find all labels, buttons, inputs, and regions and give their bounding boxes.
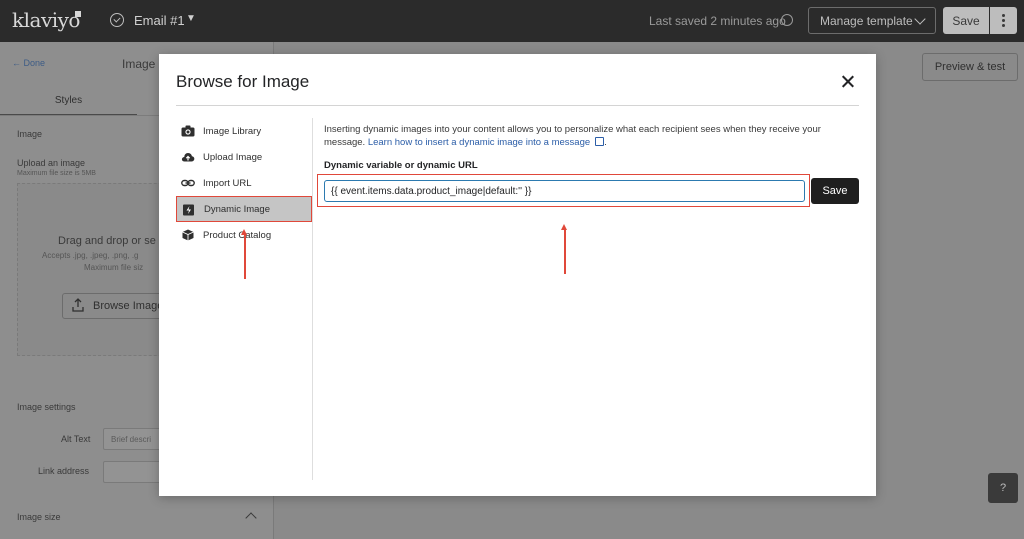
manage-template-button[interactable]: Manage template xyxy=(808,7,936,34)
nav-label: Upload Image xyxy=(203,151,263,163)
box-icon xyxy=(182,229,194,241)
link-address-label: Link address xyxy=(38,466,90,476)
dynamic-image-content: Inserting dynamic images into your conte… xyxy=(324,123,854,149)
dynamic-variable-input[interactable]: {{ event.items.data.product_image|defaul… xyxy=(324,180,805,202)
modal-divider xyxy=(176,105,859,106)
klaviyo-logo[interactable]: klaviyo xyxy=(12,8,80,32)
email-status-icon xyxy=(110,13,124,27)
close-icon[interactable] xyxy=(839,73,857,91)
link-icon xyxy=(181,179,195,187)
save-button[interactable]: Save xyxy=(943,7,989,34)
dropzone-title: Drag and drop or se xyxy=(58,235,156,247)
nav-label: Product Catalog xyxy=(203,229,272,241)
nav-dynamic-image[interactable]: Dynamic Image xyxy=(176,196,312,222)
tab-styles[interactable]: Styles xyxy=(0,86,137,116)
dropzone-accepts: Accepts .jpg, .jpeg, .png, .g xyxy=(42,251,139,260)
alt-text-label: Alt Text xyxy=(61,434,91,444)
more-options-icon[interactable] xyxy=(990,7,1017,34)
nav-image-library[interactable]: Image Library xyxy=(176,118,312,144)
image-settings-heading: Image settings xyxy=(17,402,76,412)
top-bar: klaviyo Email #1 ▼ Last saved 2 minutes … xyxy=(0,0,1024,42)
logo-flag-icon xyxy=(75,11,81,17)
email-name[interactable]: Email #1 xyxy=(134,13,185,28)
nav-upload-image[interactable]: Upload Image xyxy=(176,144,312,170)
last-saved-status: Last saved 2 minutes ago xyxy=(649,14,786,28)
done-link[interactable]: ← Done xyxy=(12,58,45,68)
annotation-arrow-nav xyxy=(241,229,247,279)
manage-template-label: Manage template xyxy=(820,13,913,28)
saved-check-icon xyxy=(781,14,793,26)
cloud-upload-icon xyxy=(181,153,195,162)
dynamic-image-icon xyxy=(183,204,194,216)
dynamic-variable-label: Dynamic variable or dynamic URL xyxy=(324,160,478,171)
upload-icon xyxy=(72,298,84,312)
upload-size-hint: Maximum file size is 5MB xyxy=(17,170,96,177)
nav-divider xyxy=(312,118,313,480)
camera-icon xyxy=(181,125,195,137)
nav-import-url[interactable]: Import URL xyxy=(176,170,312,196)
dynamic-image-description: Inserting dynamic images into your conte… xyxy=(324,124,821,148)
dynamic-image-save-button[interactable]: Save xyxy=(811,178,859,204)
section-image-heading: Image xyxy=(17,129,43,139)
help-button[interactable]: ? xyxy=(988,473,1018,503)
upload-label: Upload an image xyxy=(17,158,86,168)
nav-label: Dynamic Image xyxy=(204,203,270,215)
external-link-icon[interactable] xyxy=(595,137,605,146)
nav-label: Image Library xyxy=(203,125,262,137)
annotation-arrow-input xyxy=(561,224,567,274)
preview-test-button[interactable]: Preview & test xyxy=(922,53,1018,81)
nav-label: Import URL xyxy=(203,177,252,189)
browse-image-modal: Browse for Image Image Library Upload Im… xyxy=(159,54,876,496)
email-caret-icon[interactable]: ▼ xyxy=(186,13,196,24)
modal-title: Browse for Image xyxy=(176,72,310,91)
image-size-heading[interactable]: Image size xyxy=(17,512,61,522)
learn-more-link[interactable]: Learn how to insert a dynamic image into… xyxy=(368,137,590,148)
panel-title: Image xyxy=(122,57,156,71)
dropzone-maxsize: Maximum file siz xyxy=(84,263,144,272)
chevron-down-icon xyxy=(914,13,926,25)
